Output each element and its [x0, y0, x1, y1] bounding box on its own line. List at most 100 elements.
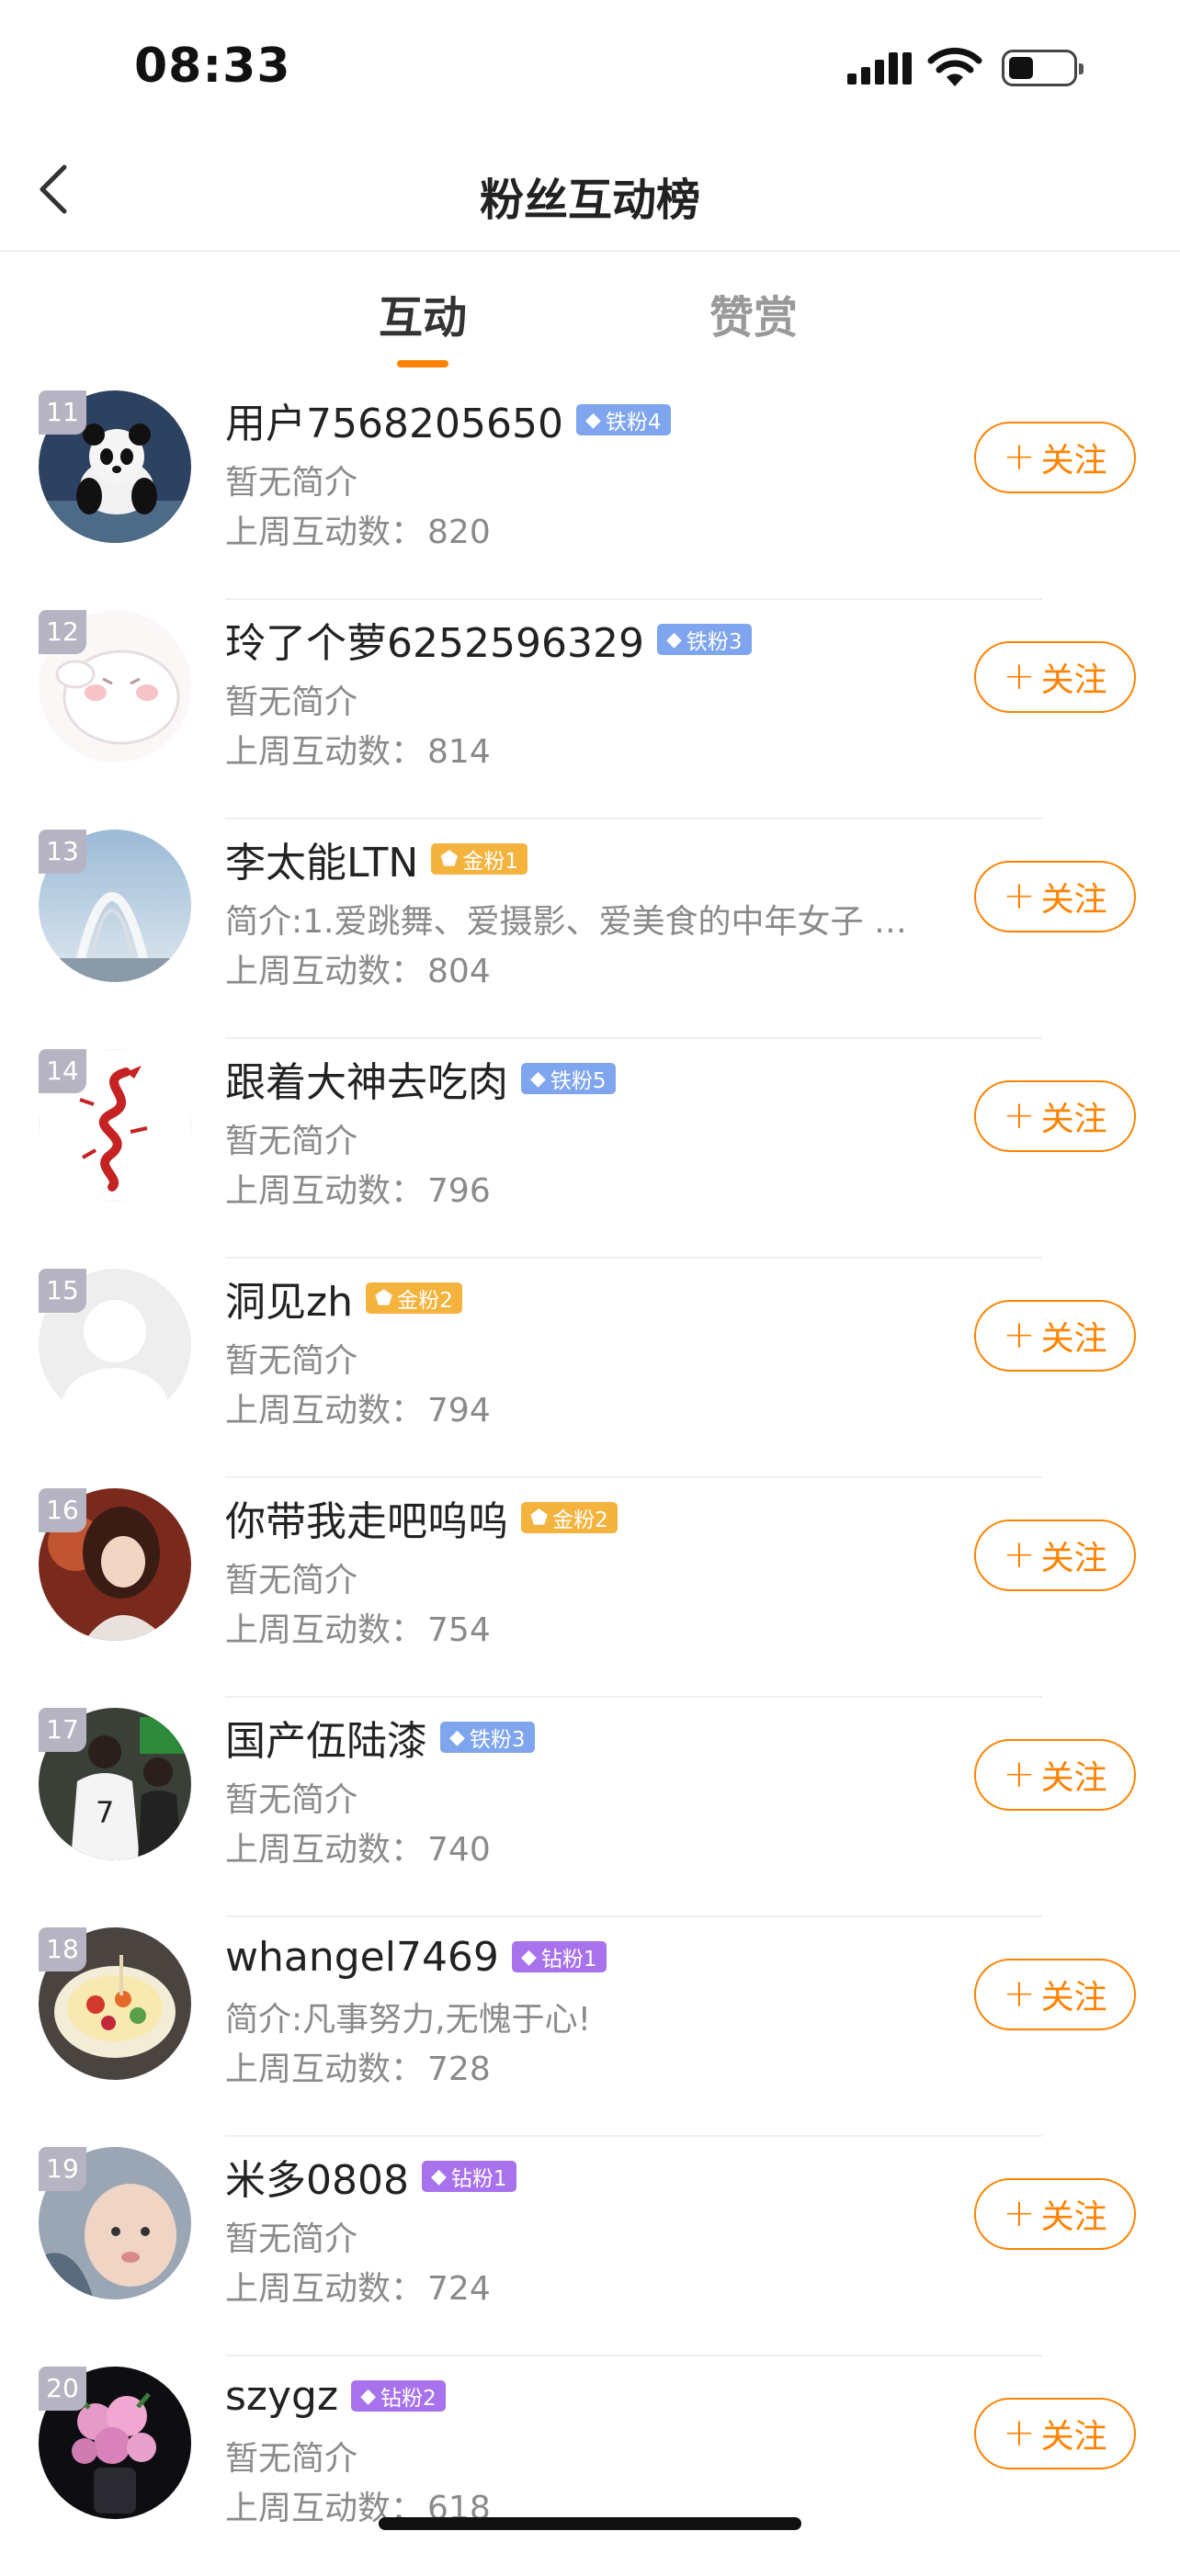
plus-icon: + [1003, 1531, 1036, 1576]
username[interactable]: 米多0808 [225, 2147, 409, 2206]
plus-icon: + [1003, 2409, 1036, 2455]
username[interactable]: 国产伍陆漆 [225, 1708, 427, 1767]
status-time: 08:33 [134, 39, 291, 94]
follow-button[interactable]: + 关注 [974, 1080, 1136, 1152]
active-tab-indicator [397, 360, 448, 367]
diamond-icon: ◆ [530, 1067, 546, 1090]
fan-level-badge: ⬟ 金粉2 [365, 1282, 462, 1314]
username[interactable]: szygz [225, 2373, 338, 2420]
fan-row-14[interactable]: 14 跟着大神去吃肉 ◆ 铁粉5 暂无简介 上周互动数： 796 + 关注 [0, 1039, 1180, 1259]
rank-badge: 14 [39, 1049, 86, 1093]
follow-button[interactable]: + 关注 [974, 1959, 1136, 2030]
follow-button[interactable]: + 关注 [974, 422, 1136, 493]
rank-badge: 13 [39, 830, 86, 874]
follow-button[interactable]: + 关注 [974, 2398, 1136, 2469]
follow-button[interactable]: + 关注 [974, 641, 1136, 713]
fan-row-11[interactable]: 11 用户7568205650 ◆ 铁粉4 暂无简介 上周互动数： 820 + 关注 [0, 380, 1180, 600]
interaction-count: 上周互动数： 754 [225, 1611, 491, 1649]
fan-row-13[interactable]: 13 李太能LTN ⬟ 金粉1 简介:1.爱跳舞、爱摄影、爱美食的中年女子 2..… [0, 819, 1180, 1039]
fan-row-15[interactable]: 15 洞见zh ⬟ 金粉2 暂无简介 上周互动数： 794 + 关注 [0, 1259, 1180, 1478]
tab-reward[interactable]: 赞赏 [643, 281, 864, 345]
follow-button[interactable]: + 关注 [974, 2178, 1136, 2250]
follow-button[interactable]: + 关注 [974, 1300, 1136, 1372]
gem-icon: ◆ [360, 2384, 377, 2408]
fan-row-20[interactable]: 20 szygz ◆ 钻粉2 暂无简介 上周互动数： 618 + 关注 [0, 2356, 1180, 2576]
bio-text: 简介:1.爱跳舞、爱摄影、爱美食的中年女子 2.... [225, 903, 924, 941]
fan-level-badge: ◆ 铁粉4 [575, 404, 671, 435]
username[interactable]: 用户7568205650 [225, 390, 563, 449]
fan-row-16[interactable]: 16 你带我走吧呜呜 ⬟ 金粉2 暂无简介 上周互动数： 754 + 关注 [0, 1478, 1180, 1698]
interaction-count: 上周互动数： 820 [225, 514, 491, 551]
gem-icon: ◆ [520, 1945, 537, 1969]
plus-icon: + [1003, 433, 1036, 479]
plus-icon: + [1003, 2189, 1036, 2235]
username[interactable]: 你带我走吧呜呜 [225, 1488, 508, 1547]
fan-row-19[interactable]: 19 米多0808 ◆ 钻粉1 暂无简介 上周互动数： 724 + 关注 [0, 2137, 1180, 2356]
bio-text: 暂无简介 [225, 1562, 358, 1599]
follow-button[interactable]: + 关注 [974, 1520, 1136, 1591]
fan-row-18[interactable]: 18 whangel7469 ◆ 钻粉1 简介:凡事努力,无愧于心! 上周互动数：… [0, 1917, 1180, 2137]
fan-level-badge: ◆ 钻粉1 [421, 2161, 516, 2192]
plus-icon: + [1003, 1311, 1036, 1357]
status-bar: 08:33 [0, 0, 1180, 129]
fan-row-12[interactable]: 12 玲了个萝6252596329 ◆ 铁粉3 暂无简介 上周互动数： 814 + 关… [0, 600, 1180, 819]
diamond-icon: ◆ [449, 1725, 465, 1749]
plus-icon: + [1003, 1750, 1036, 1796]
fan-level-badge: ◆ 钻粉1 [511, 1941, 607, 1972]
fan-level-badge: ◆ 钻粉2 [351, 2380, 446, 2412]
cellular-signal-icon [847, 52, 912, 85]
plus-icon: + [1003, 652, 1036, 698]
page-title: 粉丝互动榜 [479, 175, 700, 226]
gem-icon: ◆ [430, 2164, 447, 2188]
fan-level-badge: ◆ 铁粉5 [521, 1063, 616, 1094]
username[interactable]: 玲了个萝6252596329 [225, 610, 644, 669]
diamond-icon: ◆ [665, 627, 682, 651]
rank-badge: 16 [39, 1488, 86, 1532]
plus-icon: + [1003, 1970, 1036, 2016]
fan-level-badge: ◆ 铁粉3 [440, 1722, 535, 1753]
username[interactable]: 跟着大神去吃肉 [225, 1049, 508, 1108]
rank-badge: 12 [39, 610, 86, 654]
bio-text: 暂无简介 [225, 464, 358, 502]
username[interactable]: whangel7469 [225, 1934, 499, 1981]
rank-badge: 19 [39, 2147, 86, 2191]
interaction-count: 上周互动数： 804 [225, 953, 491, 990]
username[interactable]: 李太能LTN [225, 830, 418, 888]
interaction-count: 上周互动数： 724 [225, 2270, 491, 2308]
interaction-count: 上周互动数： 794 [225, 1392, 491, 1429]
gold-gem-icon: ⬟ [530, 1506, 549, 1530]
plus-icon: + [1003, 1091, 1036, 1137]
bio-text: 暂无简介 [225, 2440, 358, 2478]
follow-button[interactable]: + 关注 [974, 1739, 1136, 1811]
rank-badge: 11 [39, 390, 86, 435]
bio-text: 暂无简介 [225, 1123, 358, 1160]
fan-level-badge: ⬟ 金粉1 [431, 843, 528, 875]
gold-gem-icon: ⬟ [374, 1286, 393, 1310]
rank-badge: 18 [39, 1927, 86, 1972]
tab-interaction[interactable]: 互动 [312, 281, 533, 345]
username[interactable]: 洞见zh [225, 1269, 353, 1328]
rank-badge: 20 [39, 2367, 86, 2411]
plus-icon: + [1003, 872, 1036, 918]
bio-text: 简介:凡事努力,无愧于心! [225, 2001, 592, 2039]
gold-gem-icon: ⬟ [440, 847, 459, 871]
wifi-icon [927, 47, 982, 86]
interaction-count: 上周互动数： 728 [225, 2051, 491, 2088]
interaction-count: 上周互动数： 796 [225, 1172, 491, 1210]
interaction-count: 上周互动数： 814 [225, 733, 491, 771]
bio-text: 暂无简介 [225, 684, 358, 721]
interaction-count: 上周互动数： 740 [225, 1831, 491, 1869]
bio-text: 暂无简介 [225, 1342, 358, 1380]
follow-button[interactable]: + 关注 [974, 861, 1136, 932]
rank-badge: 17 [39, 1708, 86, 1752]
svg-text:7: 7 [96, 1795, 114, 1830]
fan-level-badge: ⬟ 金粉2 [521, 1502, 618, 1533]
fan-row-17[interactable]: 7 17 国产伍陆漆 ◆ 铁粉3 暂无简介 上周互动数： 740 + 关注 [0, 1698, 1180, 1917]
bio-text: 暂无简介 [225, 1781, 358, 1819]
battery-icon [1002, 50, 1084, 86]
home-indicator[interactable] [379, 2517, 801, 2530]
fan-level-badge: ◆ 铁粉3 [656, 624, 752, 655]
diamond-icon: ◆ [584, 408, 601, 432]
bio-text: 暂无简介 [225, 2220, 358, 2258]
rank-badge: 15 [39, 1269, 86, 1313]
